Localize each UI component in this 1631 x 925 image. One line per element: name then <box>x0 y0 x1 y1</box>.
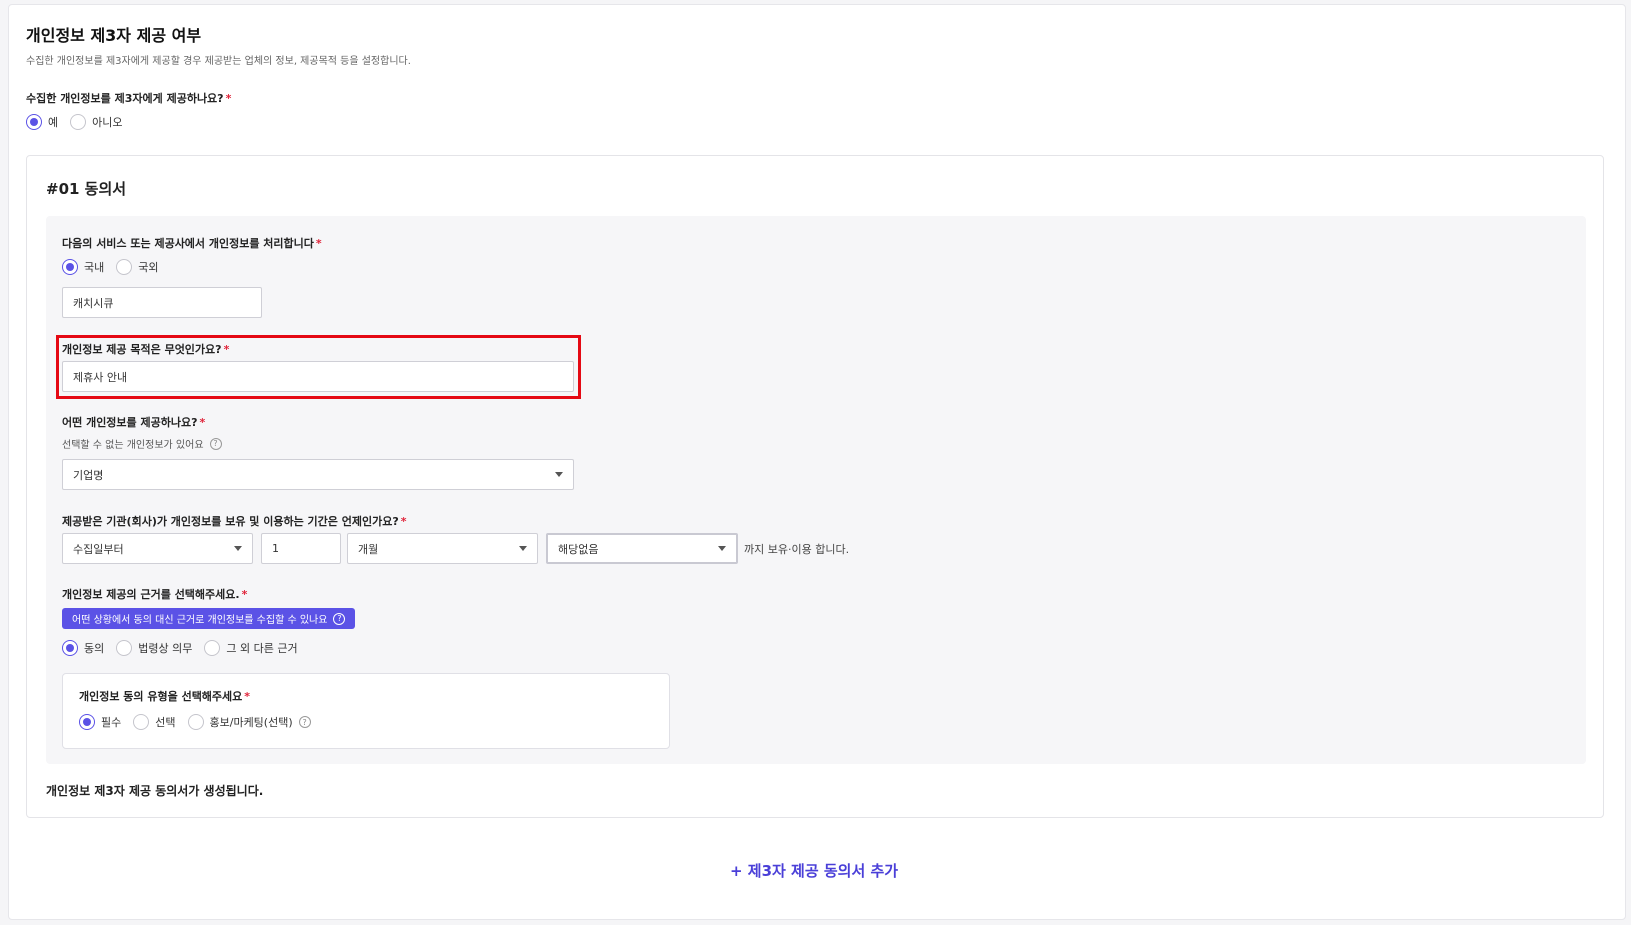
radio-required-label: 필수 <box>101 716 122 729</box>
radio-domestic-circle[interactable] <box>62 259 78 275</box>
period-start-select[interactable]: 수집일부터 <box>62 533 253 564</box>
items-select-value: 기업명 <box>73 468 104 482</box>
period-label-text: 제공받은 기관(회사)가 개인정보를 보유 및 이용하는 기간은 언제인가요? <box>62 515 399 528</box>
consent-type-label: 개인정보 동의 유형을 선택해주세요 * <box>79 688 250 704</box>
period-label: 제공받은 기관(회사)가 개인정보를 보유 및 이용하는 기간은 언제인가요? * <box>62 513 407 529</box>
period-end-select[interactable]: 해당없음 <box>546 533 738 564</box>
radio-overseas-circle[interactable] <box>116 259 133 275</box>
period-amount-value: 1 <box>272 542 279 555</box>
required-mark: * <box>199 416 206 429</box>
radio-no[interactable]: 아니오 <box>70 114 123 130</box>
consent-type-radio-group: 필수 선택 홍보/마케팅(선택) ? <box>79 714 323 730</box>
chevron-down-icon <box>718 546 726 551</box>
radio-marketing-circle[interactable] <box>187 714 204 730</box>
page-title: 개인정보 제3자 제공 여부 <box>26 26 202 45</box>
radio-legal-obligation-circle[interactable] <box>116 640 133 656</box>
radio-legal-obligation-label: 법령상 의무 <box>138 642 193 655</box>
chevron-down-icon <box>519 546 527 551</box>
period-unit-value: 개월 <box>358 542 379 556</box>
radio-marketing-label: 홍보/마케팅(선택) <box>209 716 293 729</box>
company-name-value: 캐치시큐 <box>73 296 114 310</box>
radio-overseas[interactable]: 국외 <box>116 259 159 275</box>
radio-consent-label: 동의 <box>84 642 105 655</box>
help-icon: ? <box>333 612 346 625</box>
provide-question-label: 수집한 개인정보를 제3자에게 제공하나요? * <box>26 90 231 106</box>
company-name-input[interactable]: 캐치시큐 <box>62 287 262 318</box>
radio-required-circle[interactable] <box>79 714 95 730</box>
items-hint-text: 선택할 수 없는 개인정보가 있어요 <box>62 440 204 451</box>
radio-no-label: 아니오 <box>92 116 123 129</box>
radio-yes-circle[interactable] <box>26 114 42 130</box>
purpose-value: 제휴사 안내 <box>73 370 128 384</box>
radio-optional[interactable]: 선택 <box>133 714 176 730</box>
radio-domestic[interactable]: 국내 <box>62 259 104 275</box>
period-end-value: 해당없음 <box>558 542 599 556</box>
provide-question-text: 수집한 개인정보를 제3자에게 제공하나요? <box>26 92 224 105</box>
basis-label: 개인정보 제공의 근거를 선택해주세요. * <box>62 586 247 602</box>
radio-yes[interactable]: 예 <box>26 114 58 130</box>
required-mark: * <box>315 237 322 250</box>
add-consent-button[interactable]: + 제3자 제공 동의서 추가 <box>730 860 898 881</box>
radio-other-basis-label: 그 외 다른 근거 <box>226 642 298 655</box>
radio-other-basis[interactable]: 그 외 다른 근거 <box>204 640 298 656</box>
purpose-label-text: 개인정보 제공 목적은 무엇인가요? <box>62 343 222 356</box>
processor-radio-group: 국내 국외 <box>62 259 171 275</box>
radio-consent-circle[interactable] <box>62 640 78 656</box>
items-label-text: 어떤 개인정보를 제공하나요? <box>62 416 198 429</box>
purpose-label: 개인정보 제공 목적은 무엇인가요? * <box>62 341 229 357</box>
consent-type-box <box>62 673 670 749</box>
period-amount-input[interactable]: 1 <box>261 533 341 564</box>
radio-optional-circle[interactable] <box>133 714 150 730</box>
consent-footer-note: 개인정보 제3자 제공 동의서가 생성됩니다. <box>46 784 264 798</box>
required-mark: * <box>223 343 230 356</box>
consent-title: #01 동의서 <box>46 180 127 198</box>
radio-other-basis-circle[interactable] <box>204 640 221 656</box>
page-description: 수집한 개인정보를 제3자에게 제공할 경우 제공받는 업체의 정보, 제공목적… <box>26 56 411 67</box>
chevron-down-icon <box>555 472 563 477</box>
radio-domestic-label: 국내 <box>84 261 105 274</box>
basis-info-text: 어떤 상황에서 동의 대신 근거로 개인정보를 수집할 수 있나요 <box>72 615 328 626</box>
radio-marketing[interactable]: 홍보/마케팅(선택) ? <box>187 714 311 730</box>
processor-label-text: 다음의 서비스 또는 제공사에서 개인정보를 처리합니다 <box>62 237 314 250</box>
radio-yes-label: 예 <box>48 116 59 129</box>
radio-required[interactable]: 필수 <box>79 714 121 730</box>
basis-radio-group: 동의 법령상 의무 그 외 다른 근거 <box>62 640 310 656</box>
consent-type-label-text: 개인정보 동의 유형을 선택해주세요 <box>79 690 243 703</box>
required-mark: * <box>241 588 248 601</box>
items-label: 어떤 개인정보를 제공하나요? * <box>62 414 205 430</box>
radio-consent[interactable]: 동의 <box>62 640 104 656</box>
required-mark: * <box>244 690 251 703</box>
radio-overseas-label: 국외 <box>138 261 159 274</box>
required-mark: * <box>225 92 232 105</box>
basis-info-button[interactable]: 어떤 상황에서 동의 대신 근거로 개인정보를 수집할 수 있나요 ? <box>62 608 356 629</box>
period-unit-select[interactable]: 개월 <box>347 533 538 564</box>
period-suffix: 까지 보유·이용 합니다. <box>744 543 850 556</box>
period-start-value: 수집일부터 <box>73 542 124 556</box>
required-mark: * <box>400 515 407 528</box>
chevron-down-icon <box>234 546 242 551</box>
items-select[interactable]: 기업명 <box>62 459 574 490</box>
radio-no-circle[interactable] <box>70 114 87 130</box>
processor-label: 다음의 서비스 또는 제공사에서 개인정보를 처리합니다 * <box>62 235 322 251</box>
items-hint: 선택할 수 없는 개인정보가 있어요 ? <box>62 436 222 451</box>
basis-label-text: 개인정보 제공의 근거를 선택해주세요. <box>62 588 240 601</box>
help-icon[interactable]: ? <box>298 716 311 728</box>
help-icon[interactable]: ? <box>209 437 222 450</box>
provide-radio-group: 예 아니오 <box>26 114 135 130</box>
purpose-input[interactable]: 제휴사 안내 <box>62 361 574 392</box>
radio-optional-label: 선택 <box>155 716 176 729</box>
radio-legal-obligation[interactable]: 법령상 의무 <box>116 640 192 656</box>
